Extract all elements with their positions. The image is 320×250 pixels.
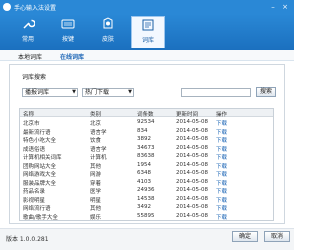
close-icon[interactable]: × bbox=[280, 3, 290, 11]
column-name-header[interactable]: 名称 bbox=[23, 110, 34, 118]
cell-entries: 4103 bbox=[137, 178, 151, 185]
app-logo-icon bbox=[3, 3, 11, 11]
cell-entries: 3492 bbox=[137, 204, 151, 210]
table-row[interactable]: 歌曲/歌手大全 娱乐 55895 2014-05-08 下载 bbox=[20, 212, 273, 221]
version-label: 版本 1.0.0.281 bbox=[6, 236, 49, 243]
column-category-header[interactable]: 类别 bbox=[90, 110, 101, 118]
minimize-icon[interactable]: – bbox=[268, 3, 278, 11]
cell-updated: 2014-05-08 bbox=[176, 178, 208, 185]
cell-updated: 2014-05-08 bbox=[176, 161, 208, 168]
tab-keys[interactable]: 按键 bbox=[51, 16, 85, 48]
ok-button[interactable]: 确定 bbox=[232, 231, 258, 242]
table-row[interactable]: 最新流行语 语言学 834 2014-05-08 下载 bbox=[20, 127, 273, 136]
sort-select[interactable]: 热门下载 ▼ bbox=[82, 88, 134, 97]
cell-updated: 2014-05-08 bbox=[176, 195, 208, 202]
cell-updated: 2014-05-08 bbox=[176, 212, 208, 219]
column-updated-header[interactable]: 更新时间 bbox=[176, 110, 198, 118]
table-row[interactable]: 影视明星 明星 14538 2014-05-08 下载 bbox=[20, 195, 273, 204]
subnav-local-dictionary[interactable]: 本地词库 bbox=[18, 52, 42, 61]
category-select[interactable]: 播报词库 ▼ bbox=[22, 88, 78, 97]
column-action-header: 操作 bbox=[216, 112, 228, 118]
table-row[interactable]: 成语俗语 语言学 34673 2014-05-08 下载 bbox=[20, 144, 273, 153]
table-row[interactable]: 药品名录 医学 24936 2014-05-08 下载 bbox=[20, 186, 273, 195]
cell-updated: 2014-05-08 bbox=[176, 119, 208, 125]
subnav-online-dictionary[interactable]: 在线词库 bbox=[60, 52, 84, 61]
skin-icon bbox=[103, 17, 113, 29]
settings-toolbar: 常用 按键 皮肤 词库 bbox=[0, 14, 294, 50]
chevron-down-icon: ▼ bbox=[72, 89, 76, 95]
table-row[interactable]: 网络游戏大全 网游 6348 2014-05-08 下载 bbox=[20, 169, 273, 178]
search-button[interactable]: 搜索 bbox=[256, 87, 276, 97]
dictionary-subnav: 本地词库 在线词库 bbox=[0, 50, 294, 61]
tab-dictionary[interactable]: 词库 bbox=[131, 16, 165, 48]
cell-entries: 92534 bbox=[137, 119, 155, 125]
search-section-label: 词库搜索 bbox=[22, 74, 47, 81]
cell-updated: 2014-05-08 bbox=[176, 204, 208, 210]
table-row[interactable]: 网络流行语 其他 3492 2014-05-08 下载 bbox=[20, 203, 273, 212]
cell-category: 娱乐 bbox=[90, 214, 102, 221]
title-bar: 手心输入法设置 – × bbox=[0, 0, 294, 14]
cell-name: 歌曲/歌手大全 bbox=[23, 214, 58, 221]
cancel-button[interactable]: 取消 bbox=[264, 231, 290, 242]
wrench-icon bbox=[23, 19, 35, 29]
chevron-down-icon: ▼ bbox=[128, 89, 132, 95]
table-row[interactable]: 特色小吃大全 饮食 3892 2014-05-08 下载 bbox=[20, 135, 273, 144]
cell-updated: 2014-05-08 bbox=[176, 187, 208, 193]
cell-entries: 34673 bbox=[137, 144, 155, 151]
cell-entries: 55895 bbox=[137, 212, 155, 219]
cell-entries: 1954 bbox=[137, 161, 151, 168]
cell-entries: 3892 bbox=[137, 136, 151, 142]
table-row[interactable]: 北京市 北京 92534 2014-05-08 下载 bbox=[20, 118, 273, 127]
cell-entries: 14538 bbox=[137, 195, 155, 202]
cell-updated: 2014-05-08 bbox=[176, 144, 208, 151]
cell-entries: 24936 bbox=[137, 187, 155, 193]
column-entries-header[interactable]: 词条数 bbox=[137, 110, 154, 118]
window-title: 手心输入法设置 bbox=[14, 5, 57, 12]
tab-common[interactable]: 常用 bbox=[11, 16, 45, 48]
table-row[interactable]: 服装品牌大全 穿着 4103 2014-05-08 下载 bbox=[20, 178, 273, 187]
keyboard-icon bbox=[61, 19, 75, 29]
cell-entries: 83638 bbox=[137, 153, 155, 159]
dictionary-table: 名称 类别 词条数 更新时间 操作 北京市 北京 92534 2014-05-08 下载… bbox=[19, 108, 274, 221]
cell-updated: 2014-05-08 bbox=[176, 136, 208, 142]
table-row[interactable]: 团购网站大全 其他 1954 2014-05-08 下载 bbox=[20, 161, 273, 170]
tab-skin[interactable]: 皮肤 bbox=[91, 16, 125, 48]
cell-updated: 2014-05-08 bbox=[176, 170, 208, 176]
cell-entries: 834 bbox=[137, 127, 148, 134]
cell-updated: 2014-05-08 bbox=[176, 127, 208, 134]
dictionary-icon bbox=[142, 19, 154, 31]
download-link[interactable]: 下载 bbox=[216, 213, 227, 221]
search-input[interactable] bbox=[181, 88, 251, 97]
cell-entries: 6348 bbox=[137, 170, 151, 176]
table-row[interactable]: 计算机相关词库 计算机 83638 2014-05-08 下载 bbox=[20, 152, 273, 161]
table-header: 名称 类别 词条数 更新时间 操作 bbox=[20, 109, 273, 118]
cell-updated: 2014-05-08 bbox=[176, 153, 208, 159]
